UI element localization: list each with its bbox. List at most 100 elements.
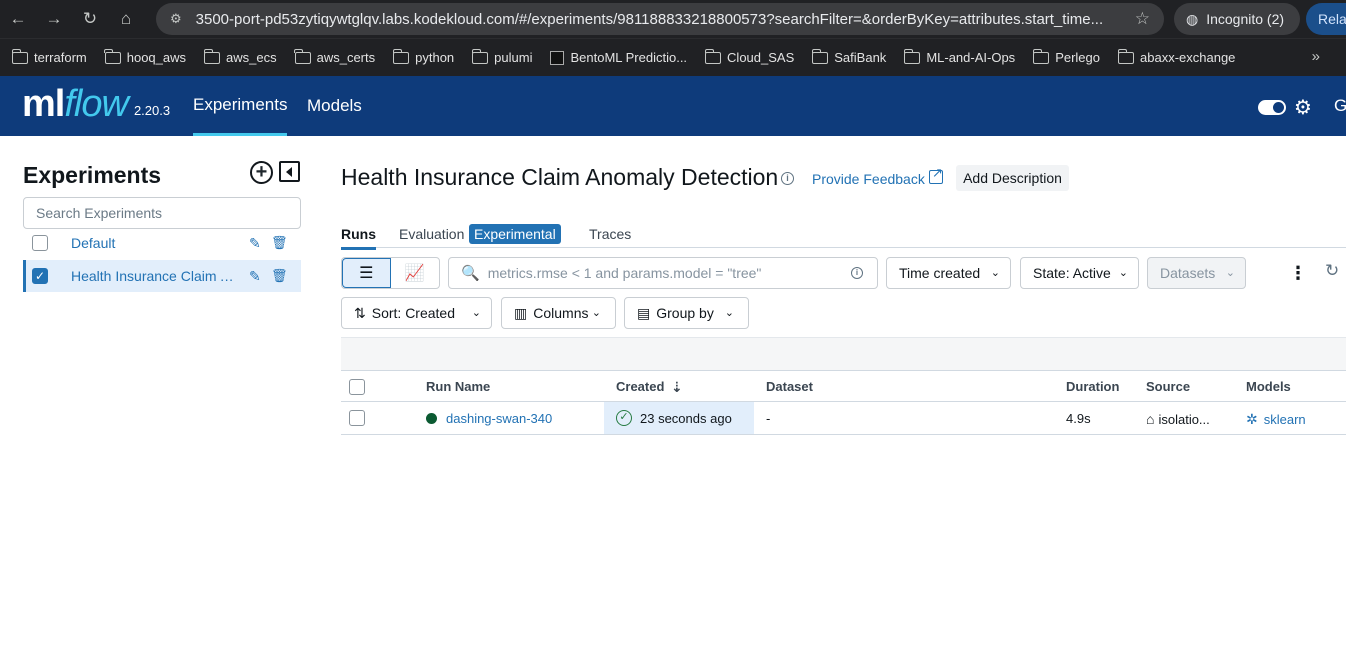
- experiment-checkbox[interactable]: [32, 235, 48, 251]
- bookmark-folder[interactable]: abaxx-exchange: [1117, 48, 1235, 65]
- page-title: Health Insurance Claim Anomaly Detection: [341, 164, 779, 190]
- more-bookmarks-icon[interactable]: »: [1312, 48, 1320, 65]
- folder-icon: [11, 48, 28, 64]
- dark-mode-toggle[interactable]: [1258, 100, 1286, 115]
- more-options-icon[interactable]: ⋮: [1289, 263, 1307, 284]
- edit-icon[interactable]: ✎: [249, 235, 261, 252]
- experimental-badge: Experimental: [469, 224, 561, 244]
- tab-runs[interactable]: Runs: [341, 226, 376, 250]
- gear-icon[interactable]: ⚙: [1294, 95, 1312, 120]
- tab-evaluation[interactable]: Evaluation Experimental: [399, 224, 561, 248]
- bookmark-folder[interactable]: SafiBank: [811, 48, 886, 65]
- mlflow-logo[interactable]: ml flow 2.20.3: [22, 84, 170, 124]
- url-text[interactable]: 3500-port-pd53zytiqywtglqv.labs.kodeklou…: [196, 11, 1116, 28]
- search-experiments-input[interactable]: [23, 197, 301, 229]
- user-menu[interactable]: G: [1334, 96, 1346, 116]
- chevron-down-icon: ⌄: [591, 307, 601, 319]
- run-search-input[interactable]: [487, 265, 838, 281]
- reload-icon[interactable]: ↻: [72, 0, 108, 38]
- address-bar[interactable]: ⚙ 3500-port-pd53zytiqywtglqv.labs.kodekl…: [156, 3, 1164, 35]
- create-experiment-icon[interactable]: +: [250, 161, 273, 184]
- time-created-dropdown[interactable]: Time created ⌄: [886, 257, 1011, 289]
- bookmark-folder[interactable]: hooq_aws: [104, 48, 186, 65]
- refresh-icon[interactable]: ↻: [1325, 261, 1339, 281]
- duration-value: 4.9s: [1066, 411, 1091, 426]
- nav-tab-models[interactable]: Models: [307, 76, 362, 136]
- datasets-dropdown[interactable]: Datasets ⌄: [1147, 257, 1246, 289]
- view-mode-toggle: ☰ 📈: [341, 257, 440, 289]
- bookmark-folder[interactable]: pulumi: [471, 48, 532, 65]
- bookmark-folder[interactable]: ML-and-AI-Ops: [903, 48, 1015, 65]
- provide-feedback-link[interactable]: Provide Feedback: [812, 171, 925, 187]
- chart-view-icon[interactable]: 📈: [391, 258, 440, 288]
- chevron-down-icon: ⌄: [1225, 267, 1235, 279]
- column-header-run-name[interactable]: Run Name: [426, 379, 490, 394]
- source-value[interactable]: ⌂ isolatio...: [1146, 411, 1210, 427]
- runs-table-header: Run Name Created ⇣ Dataset Duration Sour…: [341, 370, 1346, 402]
- bentoml-icon: [550, 50, 565, 65]
- nav-tab-experiments[interactable]: Experiments: [193, 76, 288, 136]
- folder-icon: [1032, 48, 1050, 64]
- sidebar-title: Experiments: [23, 162, 162, 188]
- table-row[interactable]: dashing-swan-340 ✓ 23 seconds ago - 4.9s…: [341, 402, 1346, 435]
- experiment-checkbox[interactable]: ✓: [32, 268, 48, 284]
- trash-icon[interactable]: 🗑: [271, 235, 288, 251]
- mlflow-header: ml flow 2.20.3 Experiments Models ⚙ G: [0, 76, 1346, 136]
- collapse-sidebar-icon[interactable]: [279, 161, 300, 182]
- edit-icon[interactable]: ✎: [249, 268, 261, 285]
- select-all-checkbox[interactable]: [349, 379, 365, 395]
- model-link[interactable]: ✲ sklearn: [1246, 411, 1306, 428]
- group-by-dropdown[interactable]: ▤ Group by ⌄: [624, 297, 749, 329]
- incognito-label: Incognito (2): [1206, 11, 1285, 27]
- column-header-source[interactable]: Source: [1146, 379, 1190, 394]
- bookmark-folder[interactable]: Perlego: [1032, 48, 1100, 65]
- run-name-link[interactable]: dashing-swan-340: [446, 411, 552, 426]
- home-icon[interactable]: ⌂: [108, 0, 144, 38]
- columns-icon: ▥: [514, 304, 528, 321]
- experiment-name[interactable]: Health Insurance Claim Anomaly Detection: [71, 268, 235, 284]
- bookmarks-bar: terraform hooq_aws aws_ecs aws_certs pyt…: [0, 38, 1346, 76]
- incognito-button[interactable]: ◍ Incognito (2): [1174, 3, 1300, 35]
- bookmark-link[interactable]: BentoML Predictio...: [550, 50, 687, 65]
- sort-dropdown[interactable]: ⇅ Sort: Created ⌄: [341, 297, 492, 329]
- browser-toolbar: ← → ↻ ⌂ ⚙ 3500-port-pd53zytiqywtglqv.lab…: [0, 0, 1346, 38]
- add-description-button[interactable]: Add Description: [956, 165, 1069, 191]
- group-icon: ▤: [637, 304, 651, 321]
- site-settings-icon[interactable]: ⚙: [170, 11, 182, 27]
- column-header-dataset[interactable]: Dataset: [766, 379, 813, 394]
- external-link-icon[interactable]: [929, 165, 943, 184]
- created-cell: ✓ 23 seconds ago: [604, 402, 754, 434]
- bookmark-folder[interactable]: aws_ecs: [203, 48, 277, 65]
- folder-icon: [1117, 48, 1134, 64]
- info-icon[interactable]: i: [781, 172, 794, 185]
- row-checkbox[interactable]: [349, 410, 365, 426]
- bookmark-star-icon[interactable]: ☆: [1135, 9, 1150, 29]
- folder-icon: [104, 48, 121, 64]
- bookmark-folder[interactable]: Cloud_SAS: [704, 48, 794, 65]
- search-info-icon[interactable]: i: [851, 267, 863, 279]
- bookmark-folder[interactable]: python: [392, 48, 454, 65]
- table-view-icon[interactable]: ☰: [342, 258, 391, 288]
- bookmark-folder[interactable]: aws_certs: [294, 48, 375, 65]
- bookmark-folder[interactable]: terraform: [11, 48, 87, 65]
- experiment-item-default[interactable]: Default ✎ 🗑: [23, 227, 301, 259]
- back-icon[interactable]: ←: [0, 0, 36, 38]
- folder-icon: [203, 48, 221, 64]
- column-header-models[interactable]: Models: [1246, 379, 1291, 394]
- state-dropdown[interactable]: State: Active ⌄: [1020, 257, 1139, 289]
- folder-icon: [471, 48, 489, 64]
- chevron-down-icon: ⌄: [471, 307, 481, 319]
- experiment-item-health-insurance[interactable]: ✓ Health Insurance Claim Anomaly Detecti…: [23, 260, 301, 292]
- run-search-box: 🔍 i: [448, 257, 878, 289]
- column-header-created[interactable]: Created: [616, 379, 664, 394]
- dataset-value: -: [766, 411, 771, 426]
- sort-descending-icon[interactable]: ⇣: [671, 379, 683, 396]
- trash-icon[interactable]: 🗑: [271, 268, 288, 284]
- relaunch-button[interactable]: Relau: [1306, 3, 1346, 35]
- forward-icon[interactable]: →: [36, 0, 72, 38]
- version-label: 2.20.3: [133, 103, 171, 118]
- tab-traces[interactable]: Traces: [589, 226, 631, 248]
- experiment-name[interactable]: Default: [71, 235, 235, 251]
- columns-dropdown[interactable]: ▥ Columns ⌄: [501, 297, 616, 329]
- column-header-duration[interactable]: Duration: [1066, 379, 1119, 394]
